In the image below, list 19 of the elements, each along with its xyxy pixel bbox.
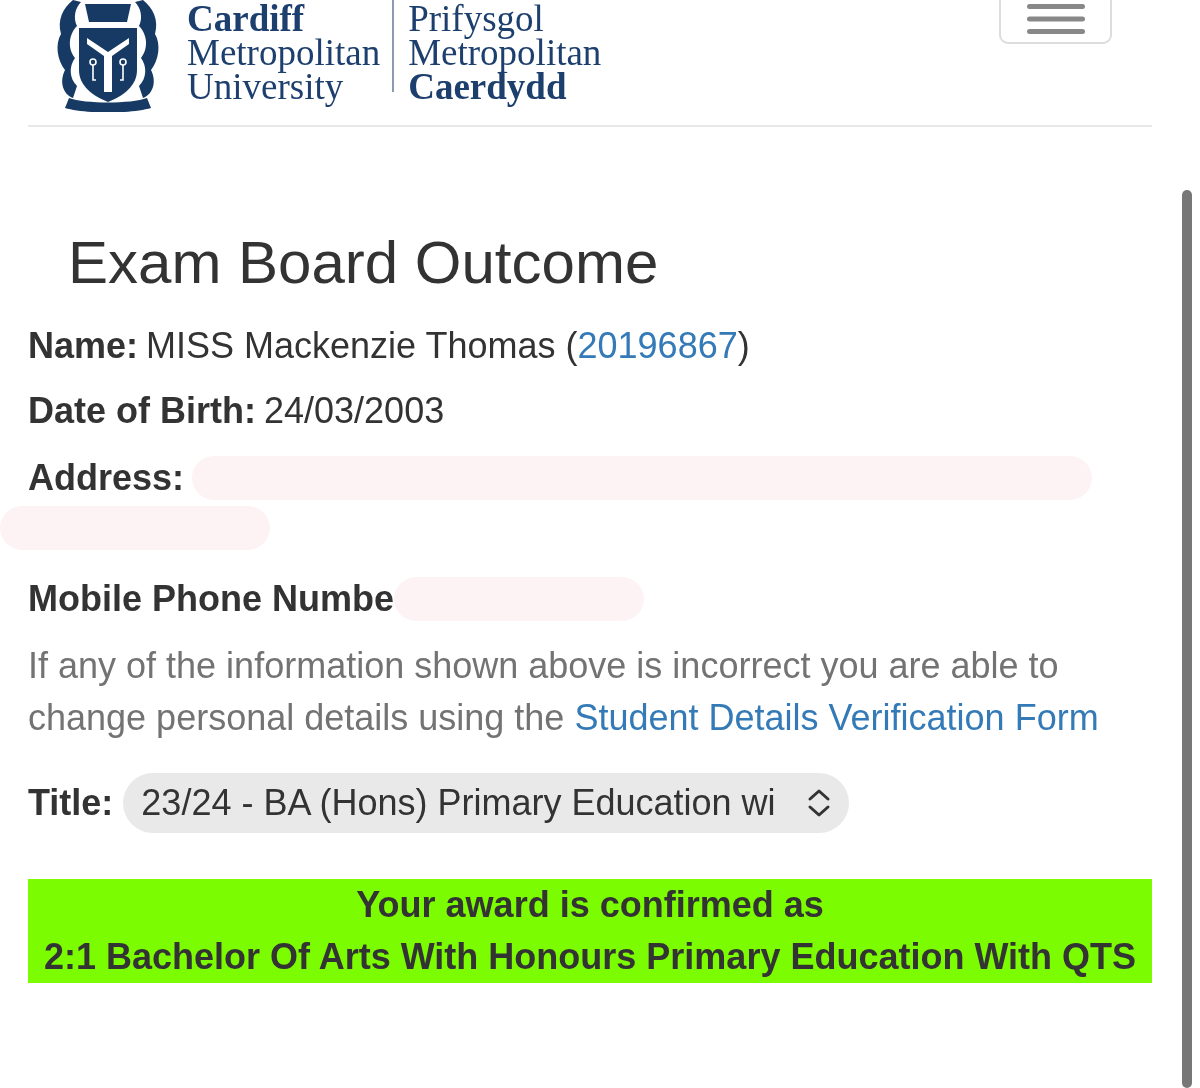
field-label: Mobile Phone Numbe: [28, 579, 394, 619]
field-value: MISS Mackenzie Thomas (20196867): [146, 326, 750, 366]
award-text: Your award is confirmed as: [355, 883, 825, 927]
field-label: Date of Birth:: [28, 391, 256, 431]
field-label: Address:: [28, 458, 185, 498]
crest-icon: [55, 0, 161, 112]
student-number-link[interactable]: 20196867: [577, 325, 738, 366]
info-paragraph: If any of the information shown above is incorrect you are able to change personal details using the Student Details Verification Form: [28, 644, 1100, 740]
course-select[interactable]: 23/24 - BA (Hons) Primary Education wi: [123, 773, 850, 833]
menu-button[interactable]: [999, 0, 1112, 44]
menu-icon: [1026, 4, 1085, 34]
field-label: Name:: [28, 326, 139, 366]
chevron-updown-icon: [807, 788, 832, 818]
scrollbar-thumb[interactable]: [1182, 190, 1192, 1088]
field-label: Title:: [28, 781, 114, 825]
verification-form-link[interactable]: Student Details Verification Form: [574, 697, 1099, 738]
field-value: 24/03/2003: [264, 391, 445, 431]
page-heading: Exam Board Outcome: [68, 228, 660, 298]
award-text: 2:1 Bachelor Of Arts With Honours Primary Education With QTS: [42, 935, 1138, 979]
